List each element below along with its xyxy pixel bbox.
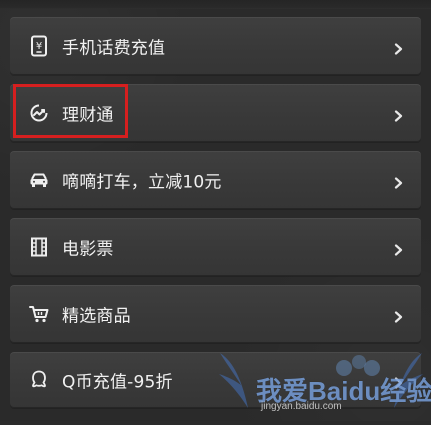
chevron-right-icon	[393, 241, 405, 256]
shopping-cart-icon	[28, 303, 50, 325]
qq-icon	[28, 369, 50, 391]
wealth-chart-icon	[28, 102, 50, 124]
menu-item-label: 理财通	[62, 105, 114, 126]
menu-item-label: 嘀嘀打车，立减10元	[62, 172, 222, 193]
menu-item-movie-ticket[interactable]: 电影票	[10, 218, 421, 276]
car-icon	[28, 169, 50, 191]
chevron-right-icon	[393, 174, 405, 189]
chevron-right-icon	[393, 374, 405, 389]
svg-text:¥: ¥	[36, 41, 42, 52]
menu-item-label: 电影票	[62, 239, 114, 260]
menu-item-didi[interactable]: 嘀嘀打车，立减10元	[10, 151, 421, 209]
menu-item-q-coin[interactable]: Q币充值-95折	[10, 352, 421, 408]
services-menu: ¥ 手机话费充值 理财通 嘀嘀打车，立减10元 电影票 精选商品 Q币充值-95…	[10, 17, 421, 417]
chevron-right-icon	[393, 40, 405, 55]
menu-item-label: 手机话费充值	[62, 38, 166, 59]
menu-item-label: Q币充值-95折	[62, 372, 173, 393]
menu-item-label: 精选商品	[62, 306, 131, 327]
phone-recharge-icon: ¥	[28, 35, 50, 57]
film-icon	[28, 236, 50, 258]
chevron-right-icon	[393, 107, 405, 122]
menu-item-featured-products[interactable]: 精选商品	[10, 285, 421, 343]
chevron-right-icon	[393, 308, 405, 323]
menu-item-phone-recharge[interactable]: ¥ 手机话费充值	[10, 17, 421, 75]
menu-item-licaitong[interactable]: 理财通	[10, 84, 421, 142]
top-separator	[0, 0, 431, 9]
